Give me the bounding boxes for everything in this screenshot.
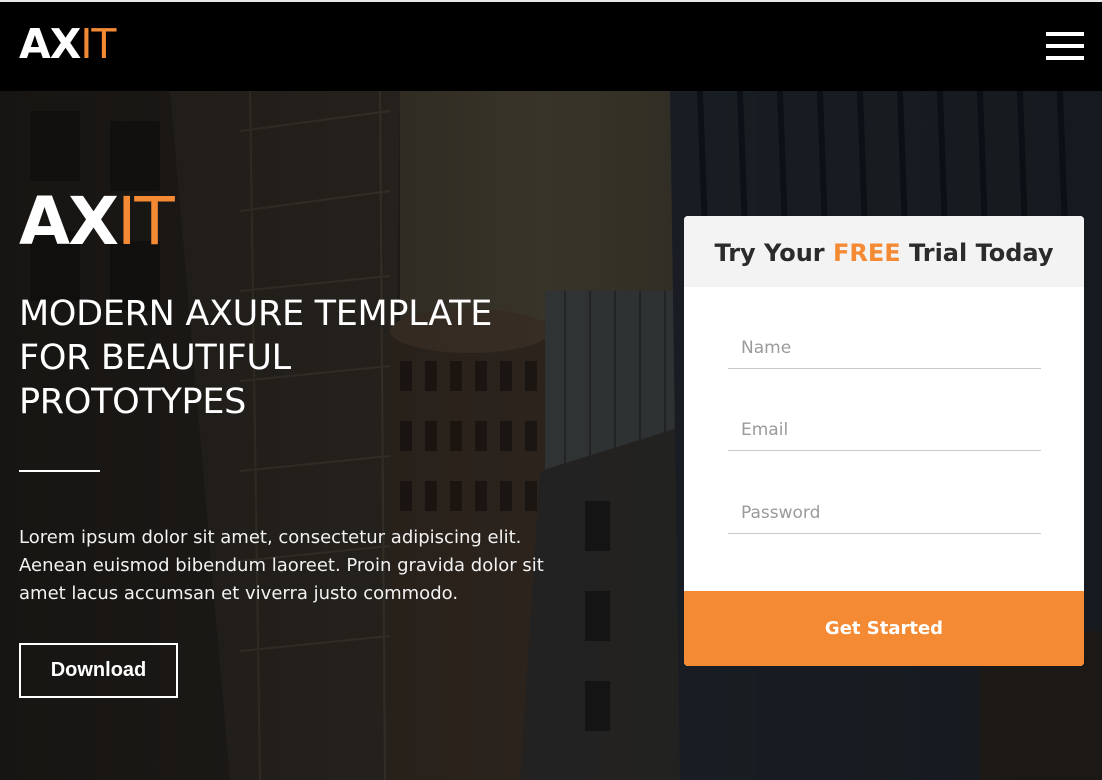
hero-logo-it: IT: [116, 183, 175, 260]
trial-card-heading: Try Your FREE Trial Today: [684, 216, 1084, 287]
nav-logo[interactable]: AXIT: [19, 20, 116, 68]
email-input[interactable]: [728, 411, 1041, 449]
trial-heading-pre: Try Your: [714, 239, 825, 267]
trial-heading-free: FREE: [832, 239, 901, 267]
get-started-button[interactable]: Get Started: [684, 591, 1084, 666]
hero-logo: AXIT: [19, 189, 175, 255]
hero-logo-ax: AX: [19, 183, 119, 260]
hero-title-line: PROTOTYPES: [19, 382, 247, 422]
download-button[interactable]: Download: [19, 643, 178, 698]
hero-title: MODERN AXURE TEMPLATE FOR BEAUTIFUL PROT…: [19, 292, 579, 424]
hero-divider: [19, 470, 100, 472]
hero-desc-line: Aenean euismod bibendum laoreet. Proin g…: [19, 555, 544, 576]
name-field: [728, 329, 1041, 369]
nav-logo-it: IT: [80, 20, 116, 68]
email-field: [728, 411, 1041, 451]
trial-heading-post: Trial Today: [909, 239, 1054, 267]
password-input[interactable]: [728, 494, 1041, 532]
hamburger-bar: [1046, 44, 1084, 48]
hero-desc-line: Lorem ipsum dolor sit amet, consectetur …: [19, 527, 522, 548]
nav-logo-ax: AX: [19, 20, 81, 68]
hero-description: Lorem ipsum dolor sit amet, consectetur …: [19, 524, 579, 608]
navbar: AXIT: [0, 2, 1102, 91]
password-field: [728, 494, 1041, 534]
trial-signup-card: Try Your FREE Trial Today Get Started: [684, 216, 1084, 666]
hamburger-menu-icon[interactable]: [1046, 32, 1084, 60]
name-input[interactable]: [728, 329, 1041, 367]
hero-desc-line: amet lacus accumsan et viverra justo com…: [19, 583, 459, 604]
hero-title-line: FOR BEAUTIFUL: [19, 338, 291, 378]
hero-section: AXIT MODERN AXURE TEMPLATE FOR BEAUTIFUL…: [0, 91, 1102, 780]
hero-title-line: MODERN AXURE TEMPLATE: [19, 294, 493, 334]
hamburger-bar: [1046, 56, 1084, 60]
hamburger-bar: [1046, 32, 1084, 36]
